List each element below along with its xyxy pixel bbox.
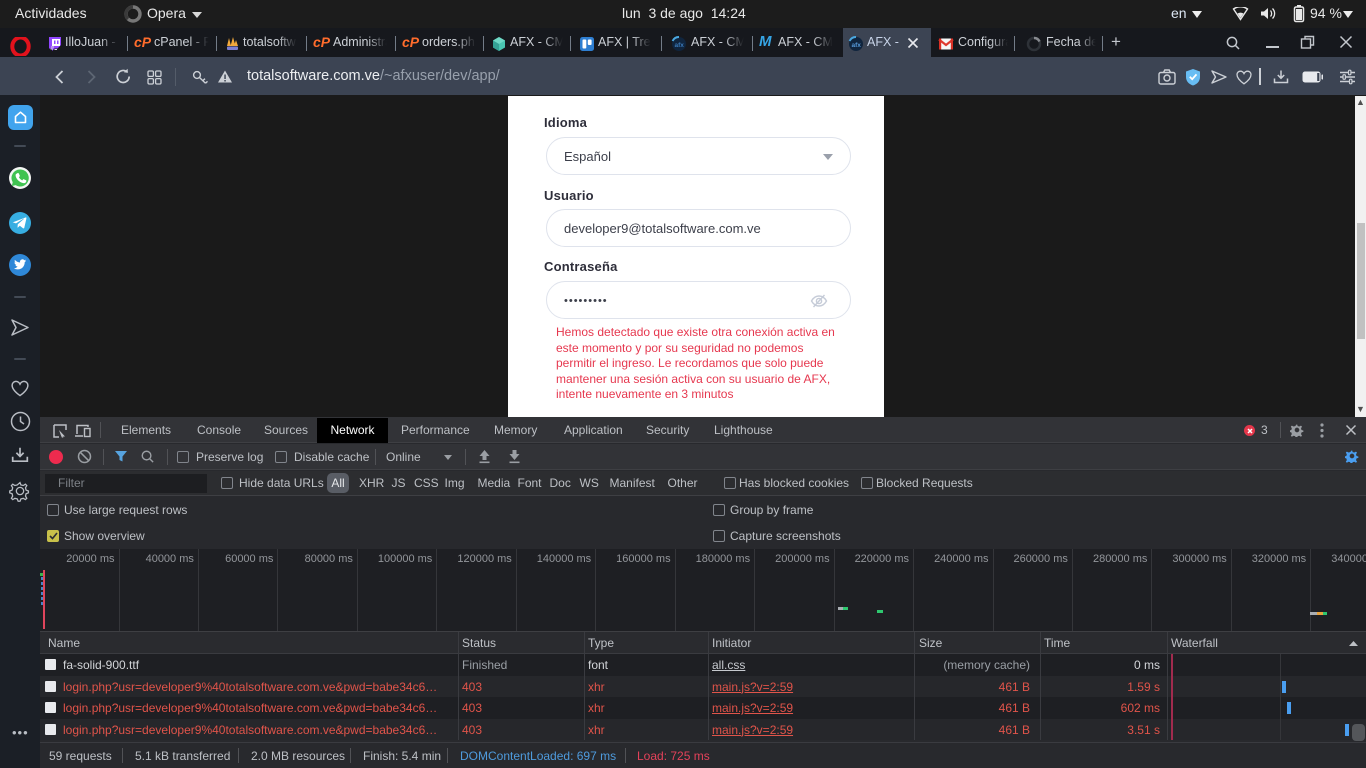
svg-text:afx: afx — [852, 42, 862, 49]
svg-text:afx: afx — [675, 42, 685, 49]
